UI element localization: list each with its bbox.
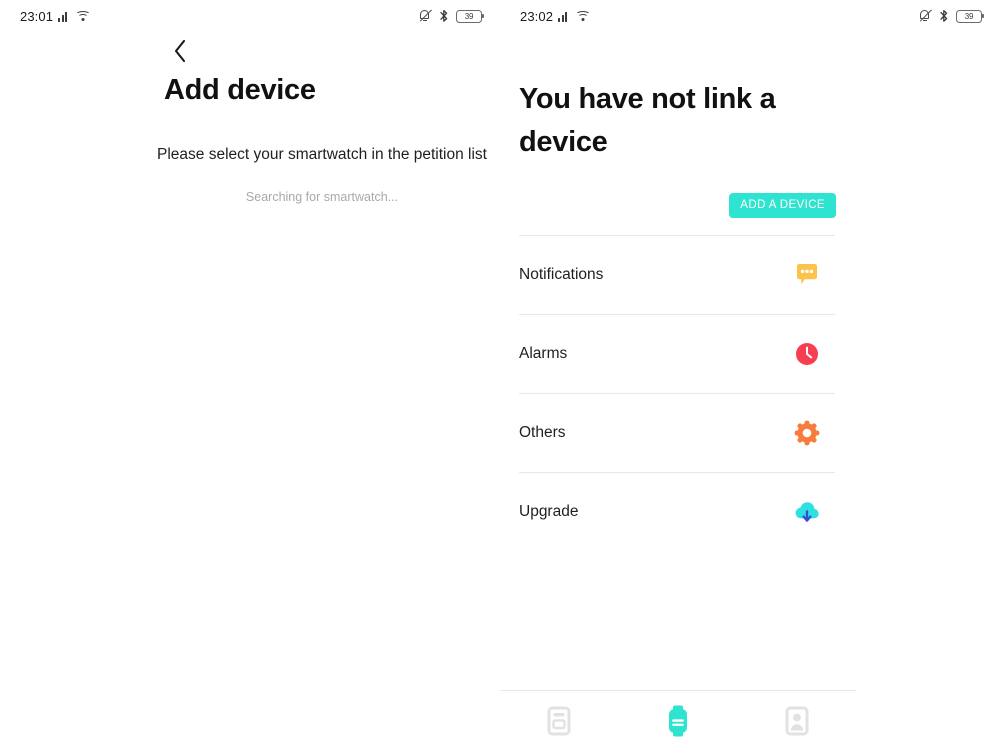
battery-icon: 39 <box>456 9 484 23</box>
smartwatch-icon <box>668 705 687 736</box>
bluetooth-icon <box>939 9 949 23</box>
status-bar-right: 23:02 39 <box>500 0 1000 32</box>
chat-bubble-icon <box>793 261 821 289</box>
page-title: Add device <box>164 74 316 106</box>
menu-item-upgrade[interactable]: Upgrade <box>519 473 835 551</box>
settings-menu-list: Notifications Alarms Others Upgrade <box>519 235 835 551</box>
menu-item-label: Alarms <box>519 345 568 362</box>
chevron-left-icon <box>174 39 185 63</box>
nav-tab-device[interactable] <box>648 697 708 745</box>
battery-level: 39 <box>464 11 474 21</box>
bell-mute-icon <box>419 9 433 23</box>
bell-mute-icon <box>919 9 933 23</box>
nav-items <box>500 691 856 750</box>
hero-title: You have not link a device <box>519 83 776 158</box>
status-bar-left-group: 23:02 <box>520 8 591 24</box>
left-screen-add-device: 23:01 39 Add device Please select your s… <box>0 0 500 750</box>
cloud-download-icon <box>793 498 821 526</box>
menu-item-label: Upgrade <box>519 503 579 520</box>
right-screen-device-home: 23:02 39 You have not link a device ADD … <box>500 0 1000 750</box>
back-button[interactable] <box>163 36 197 66</box>
menu-item-others[interactable]: Others <box>519 394 835 472</box>
status-time: 23:01 <box>20 8 54 24</box>
status-time: 23:02 <box>520 8 554 24</box>
menu-item-label: Notifications <box>519 266 604 283</box>
status-bar-left-group: 23:01 <box>20 8 91 24</box>
wifi-icon <box>75 10 91 22</box>
battery-level: 39 <box>964 11 974 21</box>
wifi-icon <box>575 10 591 22</box>
bluetooth-icon <box>439 9 449 23</box>
status-bar-left: 23:01 39 <box>0 0 500 32</box>
gear-icon <box>793 419 821 447</box>
status-bar-right-group: 39 <box>419 9 484 23</box>
searching-status-text: Searching for smartwatch... <box>245 190 399 204</box>
signal-icon <box>558 11 570 22</box>
add-a-device-button[interactable]: ADD A DEVICE <box>729 193 836 218</box>
page-subtitle: Please select your smartwatch in the pet… <box>157 146 487 163</box>
signal-icon <box>58 11 70 22</box>
bottom-navigation-bar <box>500 690 1000 750</box>
nav-tab-profile[interactable] <box>767 697 827 745</box>
cards-list-icon <box>547 706 571 735</box>
alarm-clock-icon <box>793 340 821 368</box>
battery-icon: 39 <box>956 9 984 23</box>
menu-item-notifications[interactable]: Notifications <box>519 236 835 314</box>
nav-tab-cards[interactable] <box>529 697 589 745</box>
menu-item-alarms[interactable]: Alarms <box>519 315 835 393</box>
status-bar-right-group: 39 <box>919 9 984 23</box>
menu-item-label: Others <box>519 424 566 441</box>
dual-screenshot-container: 23:01 39 Add device Please select your s… <box>0 0 1000 750</box>
profile-icon <box>785 706 809 735</box>
